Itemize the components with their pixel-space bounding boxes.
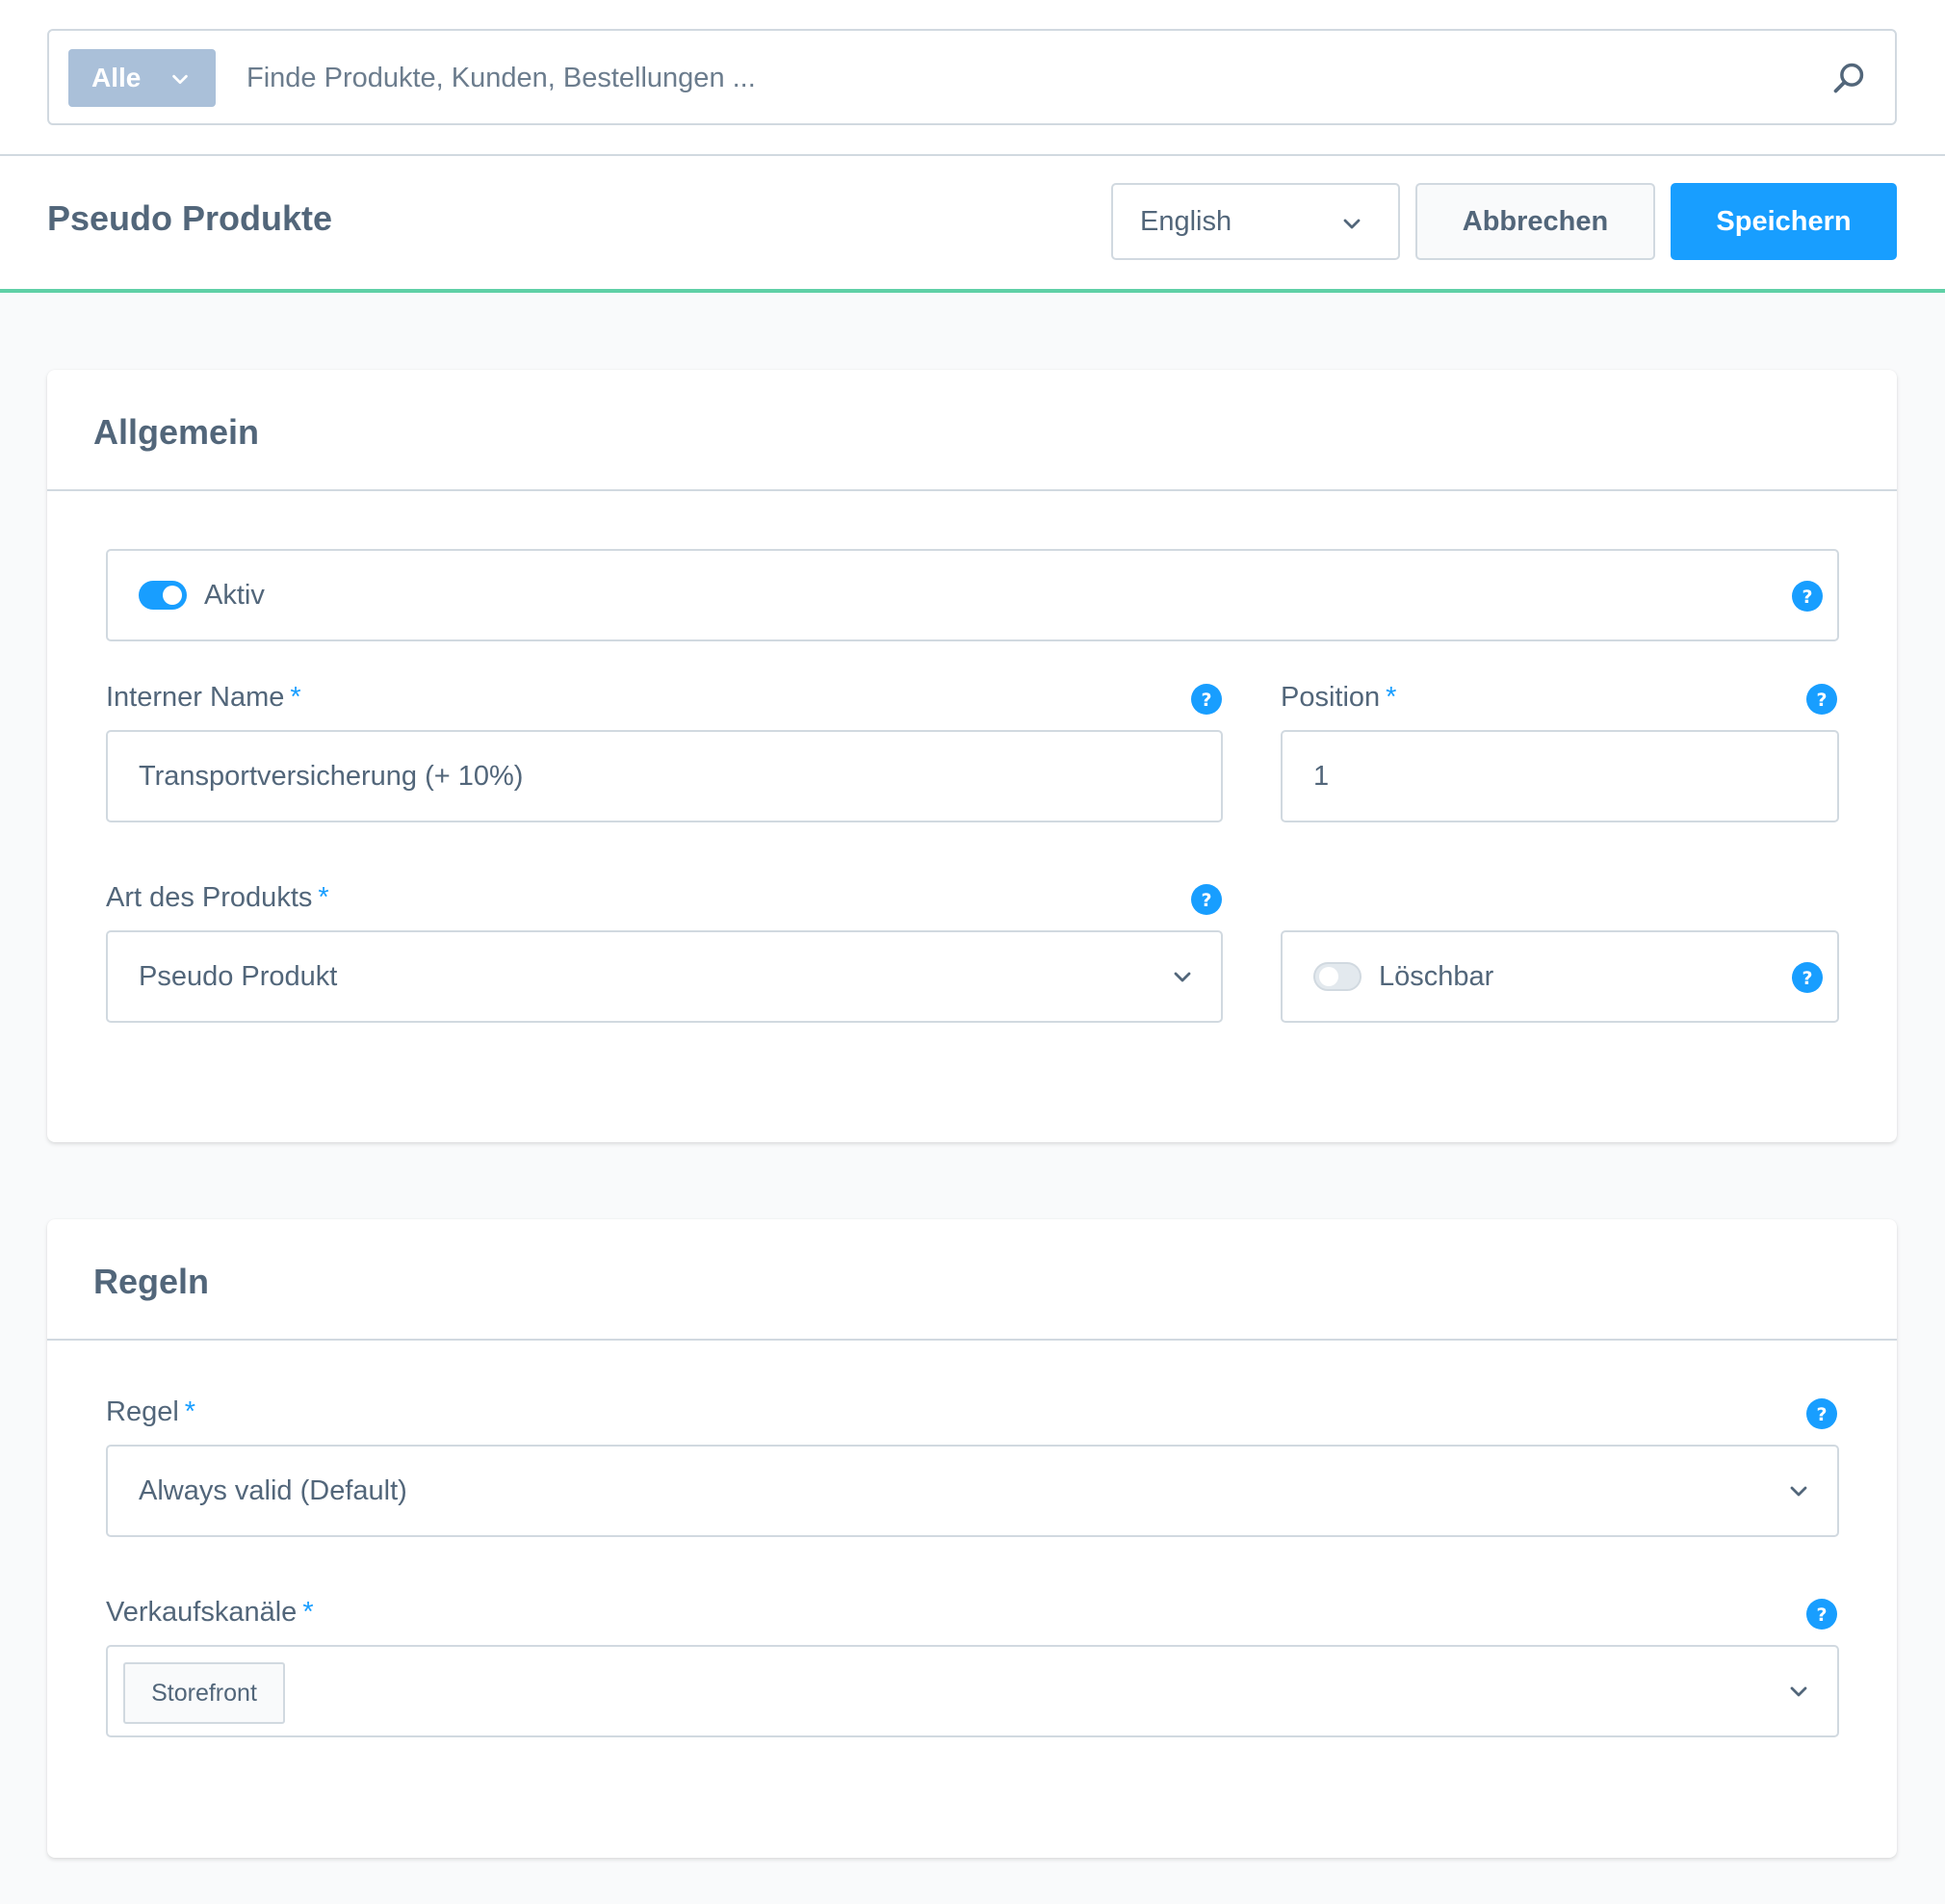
cancel-button[interactable]: Abbrechen	[1415, 183, 1655, 260]
top-search-bar: Alle	[0, 0, 1945, 156]
svg-text:?: ?	[1201, 890, 1211, 911]
page-title: Pseudo Produkte	[47, 198, 333, 238]
search-input[interactable]	[246, 50, 1787, 106]
internal-name-label: Interner Name *	[106, 682, 301, 714]
internal-name-label-text: Interner Name	[106, 682, 285, 713]
search-icon[interactable]	[1830, 60, 1867, 96]
chevron-down-icon	[172, 74, 188, 85]
general-card: Allgemein Aktiv ? Interner Name * ? Trans…	[47, 370, 1897, 1142]
rules-card-title: Regeln	[93, 1262, 210, 1301]
sales-channel-tag[interactable]: Storefront	[123, 1662, 285, 1724]
sales-channels-label: Verkaufskanäle *	[106, 1597, 314, 1629]
rules-card: Regeln Regel * ? Always valid (Default) V…	[47, 1219, 1897, 1858]
chevron-down-icon	[1790, 1686, 1807, 1697]
help-icon[interactable]: ?	[1792, 581, 1823, 612]
active-switch-field: Aktiv ?	[106, 549, 1839, 641]
rule-value: Always valid (Default)	[139, 1474, 407, 1506]
language-select-value: English	[1140, 205, 1232, 237]
product-type-value: Pseudo Produkt	[139, 960, 338, 992]
global-search: Alle	[47, 29, 1897, 125]
product-type-label: Art des Produkts *	[106, 882, 329, 914]
search-scope-label: Alle	[91, 63, 142, 92]
help-icon[interactable]: ?	[1806, 684, 1837, 715]
position-label: Position *	[1281, 682, 1396, 714]
required-marker: *	[290, 682, 301, 713]
svg-text:?: ?	[1802, 968, 1812, 989]
help-icon[interactable]: ?	[1806, 1599, 1837, 1630]
internal-name-input[interactable]: Transportversicherung (+ 10%)	[106, 730, 1223, 822]
help-icon[interactable]: ?	[1191, 684, 1222, 715]
help-icon[interactable]: ?	[1191, 884, 1222, 915]
card-divider	[47, 1339, 1897, 1341]
sales-channels-multiselect[interactable]: Storefront	[106, 1645, 1839, 1737]
svg-text:?: ?	[1816, 1404, 1827, 1425]
position-value: 1	[1313, 760, 1330, 792]
deletable-label: Löschbar	[1379, 960, 1494, 992]
chevron-down-icon	[1343, 219, 1361, 229]
position-input[interactable]: 1	[1281, 730, 1839, 822]
chevron-down-icon	[1790, 1486, 1807, 1497]
toggle-knob	[1319, 967, 1338, 986]
language-select[interactable]: English	[1111, 183, 1400, 260]
required-marker: *	[1386, 682, 1397, 713]
help-icon[interactable]: ?	[1792, 962, 1823, 993]
card-divider	[47, 489, 1897, 491]
required-marker: *	[302, 1597, 314, 1628]
sales-channels-label-text: Verkaufskanäle	[106, 1597, 298, 1628]
deletable-toggle[interactable]	[1313, 962, 1362, 991]
product-type-select[interactable]: Pseudo Produkt	[106, 930, 1223, 1023]
chevron-down-icon	[1174, 972, 1191, 982]
svg-text:?: ?	[1802, 587, 1812, 608]
deletable-switch-field: Löschbar ?	[1281, 930, 1839, 1023]
help-icon[interactable]: ?	[1806, 1398, 1837, 1429]
position-label-text: Position	[1281, 682, 1381, 713]
page-header: Pseudo Produkte English Abbrechen Speich…	[0, 156, 1945, 293]
search-scope-button[interactable]: Alle	[68, 49, 216, 107]
product-type-label-text: Art des Produkts	[106, 882, 313, 913]
save-button[interactable]: Speichern	[1671, 183, 1897, 260]
internal-name-value: Transportversicherung (+ 10%)	[139, 760, 524, 792]
rule-select[interactable]: Always valid (Default)	[106, 1445, 1839, 1537]
svg-text:?: ?	[1816, 1604, 1827, 1626]
svg-text:?: ?	[1816, 690, 1827, 711]
required-marker: *	[184, 1396, 196, 1427]
svg-text:?: ?	[1201, 690, 1211, 711]
rule-label-text: Regel	[106, 1396, 179, 1427]
general-card-title: Allgemein	[93, 412, 260, 452]
rule-label: Regel *	[106, 1396, 195, 1428]
active-label: Aktiv	[204, 579, 265, 611]
toggle-knob	[163, 586, 182, 605]
required-marker: *	[318, 882, 329, 913]
active-toggle[interactable]	[139, 581, 187, 610]
